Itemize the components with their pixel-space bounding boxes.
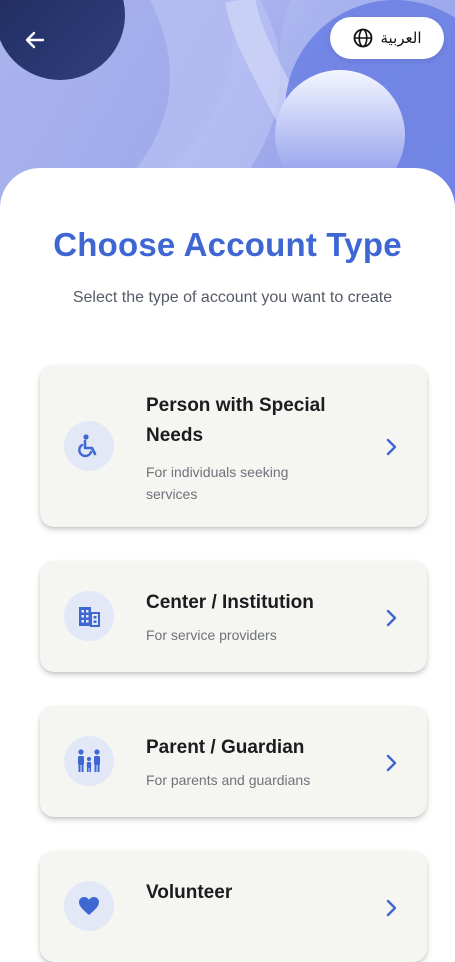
account-type-title: Parent / Guardian xyxy=(146,737,305,758)
chevron-right-icon xyxy=(386,609,397,627)
account-type-title: Person with Special Needs xyxy=(146,395,326,446)
account-type-description: For parents and guardians xyxy=(146,772,311,788)
account-type-icon-container xyxy=(64,591,114,641)
account-type-parent-guardian-card[interactable]: Parent / Guardian For parents and guardi… xyxy=(40,706,427,817)
wheelchair-icon xyxy=(78,434,97,458)
language-label: العربية xyxy=(380,29,422,47)
arrow-left-icon xyxy=(25,31,45,49)
language-toggle-button[interactable]: العربية xyxy=(330,17,444,59)
back-button[interactable] xyxy=(14,20,54,60)
building-icon xyxy=(79,607,100,627)
chevron-right-icon xyxy=(386,899,397,917)
account-type-title: Volunteer xyxy=(146,882,233,903)
account-type-icon-container xyxy=(64,881,114,931)
account-type-center-institution-card[interactable]: Center / Institution For service provide… xyxy=(40,561,427,672)
account-type-icon-container xyxy=(64,421,114,471)
account-type-description: For service providers xyxy=(146,627,277,643)
page-title: Choose Account Type xyxy=(53,226,402,263)
heart-icon xyxy=(79,897,99,915)
account-type-person-special-needs-card[interactable]: Person with Special Needs For individual… xyxy=(40,365,427,527)
account-type-title: Center / Institution xyxy=(146,592,314,613)
account-type-volunteer-card[interactable]: Volunteer xyxy=(40,851,427,962)
account-type-icon-container xyxy=(64,736,114,786)
chevron-right-icon xyxy=(386,438,397,456)
page-subtitle: Select the type of account you want to c… xyxy=(72,289,393,306)
account-type-description: For individuals seeking services xyxy=(146,464,289,502)
family-icon xyxy=(78,749,100,772)
chevron-right-icon xyxy=(386,754,397,772)
globe-icon xyxy=(353,28,372,48)
